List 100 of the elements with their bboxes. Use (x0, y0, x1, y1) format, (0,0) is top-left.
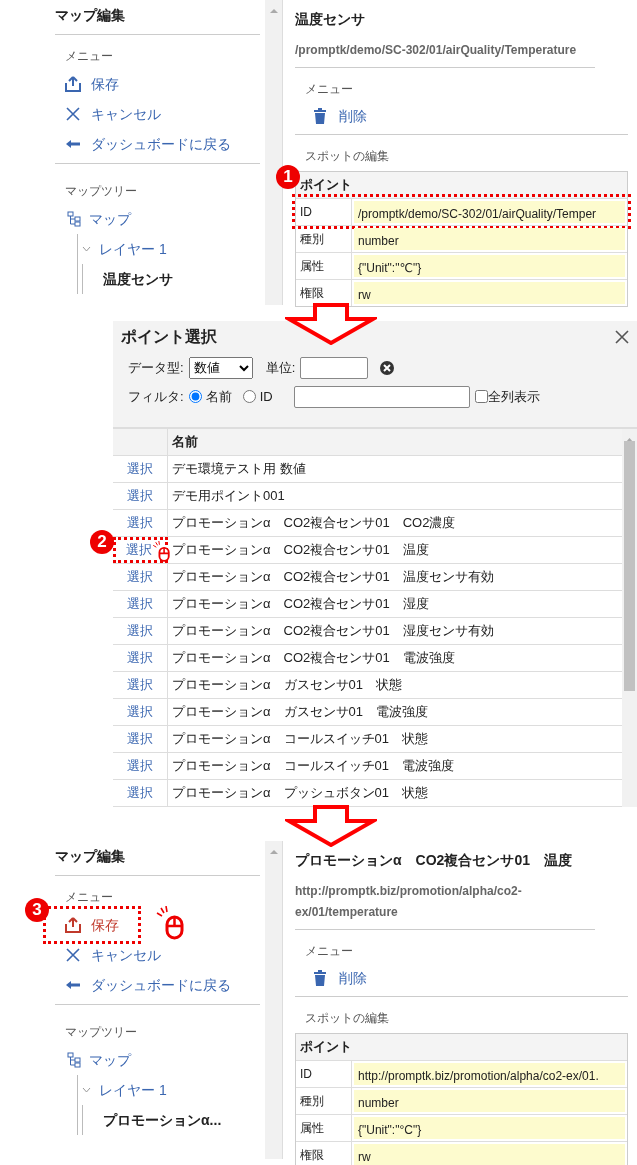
field-value: http://promptk.biz/promotion/alpha/co2-ex/01. (354, 1062, 625, 1085)
radio-label: 名前 (205, 387, 232, 406)
field-label: 単位: (265, 358, 296, 377)
table-cell-text: プロモーションα プッシュボタン01 状態 (171, 784, 428, 803)
tree-item[interactable]: レイヤー 1 (99, 1079, 167, 1101)
field-label: ID (296, 1060, 352, 1087)
checkbox-label: 全列表示 (487, 387, 540, 406)
close-icon (65, 947, 81, 963)
close-icon (65, 106, 81, 122)
table-title: ポイント (296, 1034, 627, 1060)
back-arrow-icon (65, 979, 81, 991)
select-link[interactable]: 選択 (127, 567, 153, 587)
select-link[interactable]: 選択 (127, 756, 153, 776)
tree-item[interactable]: レイヤー 1 (99, 238, 167, 260)
point-path: http://promptk.biz/promotion/alpha/co2-ex/01/temperature (295, 881, 595, 930)
select-link[interactable]: 選択 (127, 729, 153, 749)
unit-input[interactable] (300, 356, 369, 379)
tree-icon (67, 211, 81, 227)
upload-icon (65, 917, 81, 933)
field-label: 種別 (296, 225, 352, 252)
table-cell-text: プロモーションα CO2複合センサ01 湿度センサ有効 (171, 622, 494, 641)
trash-icon (313, 108, 327, 124)
tree-item[interactable]: プロモーションα... (87, 1109, 222, 1131)
menu-item[interactable]: キャンセル (55, 99, 167, 129)
radio-button[interactable] (188, 390, 202, 403)
field-label: 権限 (296, 1141, 352, 1165)
detail-title: プロモーションα CO2複合センサ01 温度 (295, 851, 573, 870)
tree-item[interactable]: マップ (89, 1049, 131, 1071)
sidebar-title: マップ編集 (55, 0, 260, 35)
field-value: number (354, 227, 625, 250)
menu-item[interactable]: 保存 (47, 910, 137, 940)
table-cell-text: プロモーションα CO2複合センサ01 電波強度 (171, 649, 455, 668)
upload-icon (65, 76, 81, 92)
field-label: フィルタ: (128, 387, 184, 406)
select-link[interactable]: 選択 (127, 783, 153, 803)
close-icon (615, 330, 629, 344)
field-value: rw (354, 1143, 625, 1165)
scrollbar[interactable] (265, 841, 283, 1159)
tree-item[interactable]: 温度センサ (87, 268, 173, 290)
radio-button[interactable] (242, 390, 256, 403)
table-cell-text: プロモーションα コールスイッチ01 電波強度 (171, 757, 454, 776)
section-heading: メニュー (304, 943, 354, 960)
select-link[interactable]: 選択 (127, 486, 153, 506)
field-value: {"Unit":"°C"} (354, 1116, 625, 1139)
field-label: データ型: (128, 358, 184, 377)
table-cell-text: プロモーションα CO2複合センサ01 温度センサ有効 (171, 568, 494, 587)
field-label: ID (296, 198, 352, 225)
menu-item[interactable]: キャンセル (55, 940, 167, 970)
select-link[interactable]: 選択 (127, 621, 153, 641)
filter-input[interactable] (293, 385, 470, 408)
field-value: number (354, 1089, 625, 1112)
trash-icon (313, 970, 327, 986)
field-value: /promptk/demo/SC-302/01/airQuality/Temper (354, 200, 625, 223)
select-link[interactable]: 選択 (127, 459, 153, 479)
clear-icon[interactable] (379, 359, 396, 376)
section-heading: マップツリー (64, 183, 138, 200)
table-cell-text: プロモーションα ガスセンサ01 電波強度 (171, 703, 428, 722)
data-type-select[interactable]: 数値 (188, 356, 253, 379)
scrollbar[interactable] (265, 0, 283, 305)
dialog-title: ポイント選択 (121, 327, 217, 347)
back-arrow-icon (65, 138, 81, 150)
step-number-badge: 3 (25, 898, 49, 922)
select-link[interactable]: 選択 (127, 594, 153, 614)
section-heading: メニュー (64, 889, 114, 906)
table-cell-text: デモ環境テスト用 数値 (171, 460, 306, 479)
sidebar-title: マップ編集 (55, 841, 260, 876)
section-heading: メニュー (64, 48, 114, 65)
checkbox[interactable] (474, 390, 488, 403)
menu-item[interactable]: ダッシュボードに戻る (55, 970, 237, 1000)
delete-button[interactable]: 削除 (295, 104, 373, 128)
table-cell-text: プロモーションα ガスセンサ01 状態 (171, 676, 402, 695)
detail-title: 温度センサ (295, 10, 366, 29)
section-heading: マップツリー (64, 1024, 138, 1041)
section-heading: スポットの編集 (304, 1010, 390, 1027)
mouse-click-icon (155, 906, 185, 940)
field-label: 属性 (296, 252, 352, 279)
menu-item[interactable]: 保存 (55, 69, 125, 99)
section-heading: メニュー (304, 81, 354, 98)
tree-icon (67, 1052, 81, 1068)
table-cell-text: プロモーションα CO2複合センサ01 温度 (171, 541, 429, 560)
step-number-badge: 2 (90, 530, 114, 554)
select-link[interactable]: 選択 (127, 675, 153, 695)
table-cell-text: プロモーションα コールスイッチ01 状態 (171, 730, 428, 749)
column-header: 名前 (171, 433, 198, 452)
field-value: {"Unit":"℃"} (354, 254, 625, 277)
scrollbar[interactable] (622, 429, 637, 807)
field-label: 種別 (296, 1087, 352, 1114)
field-value: rw (354, 281, 625, 304)
select-link[interactable]: 選択 (127, 648, 153, 668)
table-cell-text: デモ用ポイント001 (171, 487, 285, 506)
select-link[interactable]: 選択 (127, 513, 153, 533)
field-label: 属性 (296, 1114, 352, 1141)
tree-item[interactable]: マップ (89, 208, 131, 230)
select-link[interactable]: 選択 (127, 702, 153, 722)
table-cell-text: プロモーションα CO2複合センサ01 CO2濃度 (171, 514, 456, 533)
delete-button[interactable]: 削除 (295, 966, 373, 990)
menu-item[interactable]: ダッシュボードに戻る (55, 129, 237, 159)
table-cell-text: プロモーションα CO2複合センサ01 湿度 (171, 595, 429, 614)
point-path: /promptk/demo/SC-302/01/airQuality/Temperature (295, 40, 595, 68)
section-heading: スポットの編集 (304, 148, 390, 165)
